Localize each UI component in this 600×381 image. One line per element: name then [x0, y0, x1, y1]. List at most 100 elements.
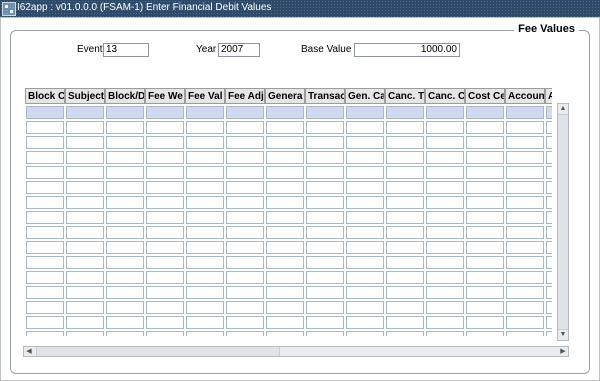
- table-cell[interactable]: [426, 196, 464, 209]
- table-cell[interactable]: [546, 106, 552, 119]
- table-cell[interactable]: [386, 121, 424, 134]
- table-cell[interactable]: [226, 271, 264, 284]
- table-cell[interactable]: [66, 286, 104, 299]
- table-cell[interactable]: [106, 271, 144, 284]
- scroll-right-arrow-icon[interactable]: ▶: [558, 347, 568, 356]
- table-cell[interactable]: [266, 211, 304, 224]
- table-cell[interactable]: [346, 166, 384, 179]
- table-cell[interactable]: [66, 106, 104, 119]
- table-cell[interactable]: [106, 226, 144, 239]
- table-cell[interactable]: [466, 271, 504, 284]
- table-cell[interactable]: [346, 286, 384, 299]
- table-cell[interactable]: [146, 211, 184, 224]
- table-cell[interactable]: [506, 226, 544, 239]
- table-cell[interactable]: [346, 121, 384, 134]
- table-cell[interactable]: [266, 271, 304, 284]
- table-cell[interactable]: [546, 181, 552, 194]
- table-cell[interactable]: [306, 256, 344, 269]
- table-cell[interactable]: [466, 316, 504, 329]
- table-cell[interactable]: [546, 211, 552, 224]
- table-cell[interactable]: [346, 211, 384, 224]
- table-cell[interactable]: [186, 121, 224, 134]
- table-cell[interactable]: [106, 136, 144, 149]
- table-cell[interactable]: [506, 271, 544, 284]
- table-cell[interactable]: [466, 196, 504, 209]
- table-cell[interactable]: [426, 151, 464, 164]
- table-cell[interactable]: [426, 271, 464, 284]
- table-cell[interactable]: [186, 136, 224, 149]
- table-cell[interactable]: [466, 181, 504, 194]
- table-cell[interactable]: [386, 241, 424, 254]
- table-cell[interactable]: [466, 286, 504, 299]
- table-cell[interactable]: [186, 226, 224, 239]
- table-cell[interactable]: [506, 121, 544, 134]
- vertical-scroll-thumb[interactable]: [558, 114, 568, 330]
- table-cell[interactable]: [426, 166, 464, 179]
- table-cell[interactable]: [26, 151, 64, 164]
- event-field[interactable]: 13: [103, 43, 149, 57]
- table-cell[interactable]: [386, 166, 424, 179]
- table-cell[interactable]: [426, 136, 464, 149]
- table-cell[interactable]: [546, 331, 552, 336]
- table-cell[interactable]: [306, 181, 344, 194]
- table-cell[interactable]: [266, 166, 304, 179]
- table-cell[interactable]: [66, 136, 104, 149]
- table-cell[interactable]: [26, 166, 64, 179]
- table-cell[interactable]: [146, 286, 184, 299]
- column-header[interactable]: Ac: [545, 88, 552, 104]
- table-cell[interactable]: [506, 196, 544, 209]
- table-cell[interactable]: [306, 226, 344, 239]
- table-cell[interactable]: [186, 166, 224, 179]
- scroll-down-arrow-icon[interactable]: ▼: [558, 330, 568, 340]
- column-header[interactable]: Genera: [265, 88, 305, 104]
- column-header[interactable]: Fee Val: [185, 88, 225, 104]
- table-cell[interactable]: [26, 271, 64, 284]
- table-cell[interactable]: [146, 121, 184, 134]
- table-cell[interactable]: [66, 151, 104, 164]
- table-cell[interactable]: [146, 301, 184, 314]
- table-cell[interactable]: [66, 256, 104, 269]
- table-cell[interactable]: [466, 256, 504, 269]
- table-cell[interactable]: [106, 166, 144, 179]
- table-cell[interactable]: [546, 166, 552, 179]
- table-cell[interactable]: [426, 181, 464, 194]
- table-cell[interactable]: [506, 286, 544, 299]
- table-cell[interactable]: [226, 211, 264, 224]
- table-cell[interactable]: [146, 226, 184, 239]
- table-cell[interactable]: [386, 106, 424, 119]
- table-cell[interactable]: [146, 166, 184, 179]
- table-cell[interactable]: [546, 196, 552, 209]
- table-cell[interactable]: [226, 136, 264, 149]
- table-cell[interactable]: [346, 151, 384, 164]
- table-cell[interactable]: [26, 256, 64, 269]
- table-cell[interactable]: [266, 316, 304, 329]
- table-cell[interactable]: [226, 286, 264, 299]
- table-cell[interactable]: [186, 196, 224, 209]
- table-cell[interactable]: [266, 181, 304, 194]
- table-cell[interactable]: [186, 241, 224, 254]
- table-cell[interactable]: [226, 316, 264, 329]
- table-cell[interactable]: [26, 136, 64, 149]
- column-header[interactable]: Block C: [25, 88, 65, 104]
- column-header[interactable]: Subject: [65, 88, 105, 104]
- table-cell[interactable]: [146, 106, 184, 119]
- table-cell[interactable]: [106, 106, 144, 119]
- table-cell[interactable]: [146, 241, 184, 254]
- table-cell[interactable]: [386, 256, 424, 269]
- table-cell[interactable]: [386, 151, 424, 164]
- table-cell[interactable]: [266, 226, 304, 239]
- table-cell[interactable]: [146, 196, 184, 209]
- table-cell[interactable]: [546, 136, 552, 149]
- table-cell[interactable]: [426, 286, 464, 299]
- table-cell[interactable]: [466, 301, 504, 314]
- table-cell[interactable]: [386, 316, 424, 329]
- table-cell[interactable]: [66, 331, 104, 336]
- table-cell[interactable]: [106, 256, 144, 269]
- table-cell[interactable]: [506, 136, 544, 149]
- table-cell[interactable]: [146, 316, 184, 329]
- table-cell[interactable]: [146, 151, 184, 164]
- table-cell[interactable]: [66, 181, 104, 194]
- table-cell[interactable]: [386, 226, 424, 239]
- table-cell[interactable]: [346, 106, 384, 119]
- table-cell[interactable]: [346, 316, 384, 329]
